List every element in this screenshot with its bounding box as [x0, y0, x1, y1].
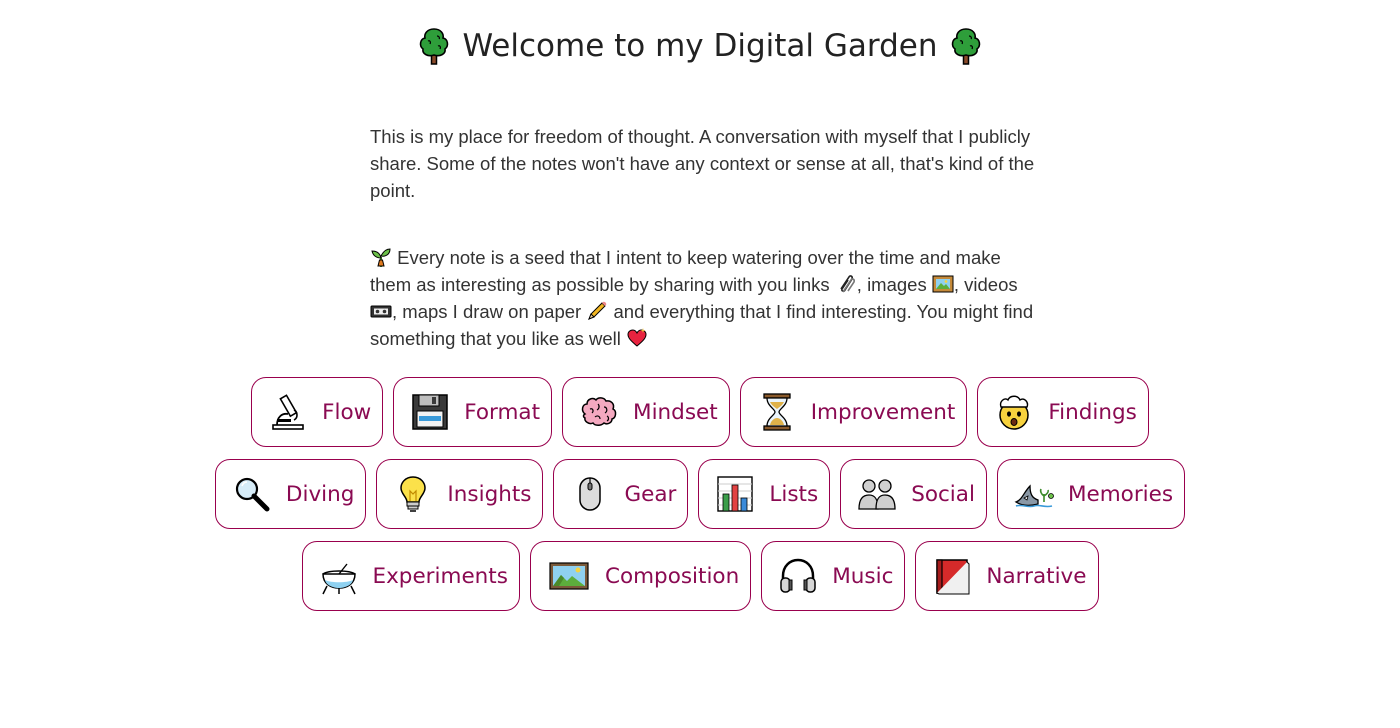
- tag-findings[interactable]: Findings: [977, 377, 1149, 447]
- title-text: Welcome to my Digital Garden: [462, 27, 938, 64]
- tag-row: Experiments Composition Music Narrative: [0, 541, 1400, 611]
- computer-mouse-icon: [579, 477, 602, 511]
- tag-label: Social: [911, 481, 975, 507]
- framed-picture-icon: [549, 562, 589, 590]
- seed-text-4: , maps I draw on paper: [392, 300, 582, 322]
- brain-icon: [581, 397, 617, 426]
- tag-row: Flow Format Mindset Improvement Findings: [0, 377, 1400, 447]
- framed-picture-icon: [932, 275, 954, 292]
- tag-label: Diving: [285, 481, 355, 507]
- tag-format[interactable]: Format: [393, 377, 553, 447]
- seed-text-2: , images: [856, 273, 927, 295]
- headphones-icon: [780, 558, 816, 593]
- magnifying-glass-icon: [235, 477, 270, 512]
- microscope-icon: [272, 394, 304, 430]
- shark-icon: [1014, 484, 1054, 508]
- videocassette-icon: [370, 305, 392, 317]
- tag-label: Composition: [604, 563, 740, 589]
- tag-gear[interactable]: Gear: [553, 459, 689, 529]
- tag-label: Music: [832, 563, 894, 589]
- tag-label: Insights: [447, 481, 532, 507]
- tag-label: Mindset: [633, 399, 718, 425]
- tag-label: Memories: [1067, 481, 1174, 507]
- people-icon: [858, 479, 896, 510]
- tag-row: Diving Insights Gear Lists Social Memori…: [0, 459, 1400, 529]
- floppy-disk-icon: [412, 394, 449, 430]
- tag-experiments[interactable]: Experiments: [301, 541, 520, 611]
- pencil-icon: [588, 301, 607, 320]
- closed-book-icon: [936, 559, 970, 595]
- tag-lists[interactable]: Lists: [698, 459, 831, 529]
- seedling-icon: [371, 247, 391, 267]
- tag-music[interactable]: Music: [761, 541, 906, 611]
- satellite-dish-icon: [321, 563, 356, 595]
- intro-seed-paragraph: Every note is a seed that I intent to ke…: [370, 244, 1035, 352]
- tag-social[interactable]: Social: [840, 459, 987, 529]
- tag-label: Improvement: [810, 399, 956, 425]
- tree-icon: [951, 27, 980, 65]
- tag-narrative[interactable]: Narrative: [915, 541, 1099, 611]
- tag-label: Experiments: [372, 563, 508, 589]
- tree-icon: [420, 27, 449, 65]
- tag-label: Flow: [322, 399, 372, 425]
- tag-insights[interactable]: Insights: [376, 459, 544, 529]
- tag-label: Gear: [624, 481, 677, 507]
- light-bulb-icon: [400, 476, 427, 512]
- tag-label: Findings: [1048, 399, 1137, 425]
- sparkling-heart-icon: [627, 327, 647, 347]
- tag-mindset[interactable]: Mindset: [562, 377, 730, 447]
- exploding-head-icon: [999, 395, 1030, 430]
- tag-diving[interactable]: Diving: [214, 459, 367, 529]
- tag-label: Lists: [769, 481, 819, 507]
- page-title: Welcome to my Digital Garden: [0, 22, 1400, 68]
- tag-memories[interactable]: Memories: [996, 459, 1186, 529]
- tag-flow[interactable]: Flow: [251, 377, 384, 447]
- tag-label: Narrative: [986, 563, 1087, 589]
- tag-label: Format: [464, 399, 541, 425]
- hourglass-icon: [763, 393, 791, 431]
- intro-paragraph: This is my place for freedom of thought.…: [370, 125, 1035, 201]
- bar-chart-icon: [717, 476, 754, 512]
- tag-composition[interactable]: Composition: [529, 541, 752, 611]
- tag-improvement[interactable]: Improvement: [739, 377, 968, 447]
- paperclips-icon: [840, 274, 855, 292]
- seed-text-3: , videos: [953, 273, 1018, 295]
